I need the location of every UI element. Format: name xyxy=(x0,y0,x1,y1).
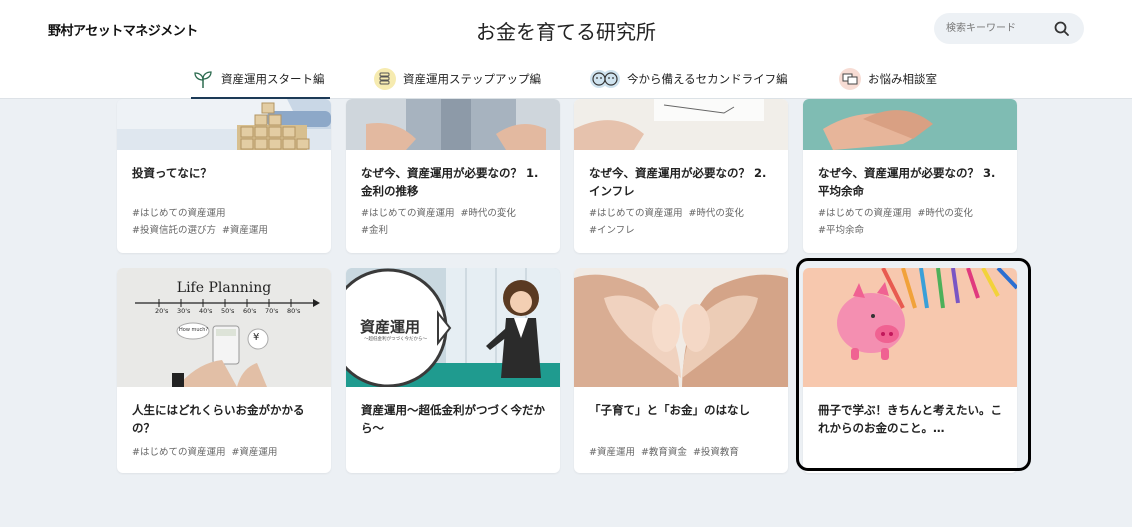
article-card[interactable]: 資産運用 ～超低金利がつづく今だから～ 資産運用～超低金利がつづく今だから～ xyxy=(346,268,560,473)
card-title: 「子育て」と「お金」のはなし xyxy=(589,403,750,417)
card-tag[interactable]: #はじめての資産運用 xyxy=(361,208,454,219)
card-tags: #はじめての資産運用 #時代の変化 #金利 xyxy=(361,205,551,239)
nav-second-life[interactable]: 今から備えるセカンドライフ編 xyxy=(589,58,788,99)
nav-consultation[interactable]: お悩み相談室 xyxy=(838,58,937,99)
card-tag[interactable]: #はじめての資産運用 xyxy=(589,208,682,219)
card-title: なぜ今、資産運用が必要なの？ 1. 金利の推移 xyxy=(361,166,539,198)
card-tags: #はじめての資産運用 #時代の変化 #平均余命 xyxy=(818,205,1008,239)
sprout-icon xyxy=(191,67,215,91)
card-thumbnail xyxy=(803,268,1017,387)
age-label: 80's xyxy=(287,307,301,315)
nav-stepup-label: 資産運用ステップアップ編 xyxy=(403,71,541,86)
card-tag[interactable]: #投資教育 xyxy=(693,447,739,458)
age-label: 30's xyxy=(177,307,191,315)
card-thumbnail xyxy=(346,99,560,150)
card-tags: #はじめての資産運用 #時代の変化 #インフレ xyxy=(589,205,779,239)
article-card[interactable]: なぜ今、資産運用が必要なの？ 3. 平均余命 #はじめての資産運用 #時代の変化 … xyxy=(803,99,1017,253)
thumb-bubble: How much? xyxy=(179,327,209,333)
card-thumbnail: 資産運用 ～超低金利がつづく今だから～ xyxy=(346,268,560,387)
nav-consultation-label: お悩み相談室 xyxy=(868,71,937,86)
card-tags: #資産運用 #教育資金 #投資教育 xyxy=(589,444,779,461)
article-card[interactable]: Life Planning 20's 30's 40's 50's 60's 7… xyxy=(117,268,331,473)
card-tag[interactable]: #資産運用 xyxy=(589,447,635,458)
card-tag[interactable]: #資産運用 xyxy=(222,225,268,236)
card-tag[interactable]: #インフレ xyxy=(589,225,635,236)
nav-start[interactable]: 資産運用スタート編 xyxy=(191,58,330,99)
card-tags: #はじめての資産運用 #資産運用 xyxy=(132,444,322,461)
card-tag[interactable]: #時代の変化 xyxy=(460,208,515,219)
search-box xyxy=(934,13,1084,44)
card-tag[interactable]: #はじめての資産運用 xyxy=(818,208,911,219)
age-label: 40's xyxy=(199,307,213,315)
card-tag[interactable]: #はじめての資産運用 xyxy=(132,447,225,458)
card-title: 資産運用～超低金利がつづく今だから～ xyxy=(361,403,545,435)
chat-icon xyxy=(838,67,862,91)
age-label: 50's xyxy=(221,307,235,315)
article-card[interactable]: 冊子で学ぶ！きちんと考えたい。これからのお金のこと。… xyxy=(803,268,1017,473)
nav-second-life-label: 今から備えるセカンドライフ編 xyxy=(627,71,788,86)
site-header: 野村アセットマネジメント お金を育てる研究所 資産運用スタート編 資産運用ステッ… xyxy=(0,0,1132,99)
card-title: なぜ今、資産運用が必要なの？ 3. 平均余命 xyxy=(818,166,996,198)
card-tag[interactable]: #時代の変化 xyxy=(688,208,743,219)
age-label: 20's xyxy=(155,307,169,315)
card-tag[interactable]: #金利 xyxy=(361,225,388,236)
card-tag[interactable]: #教育資金 xyxy=(641,447,687,458)
nav-start-label: 資産運用スタート編 xyxy=(221,71,325,86)
card-tag[interactable]: #はじめての資産運用 xyxy=(132,208,225,219)
main-nav: 資産運用スタート編 資産運用ステップアップ編 今から備えるセカンドライフ編 お悩… xyxy=(0,58,1132,99)
card-title: 人生にはどれくらいお金がかかるの？ xyxy=(132,403,305,435)
age-label: 70's xyxy=(265,307,279,315)
card-thumbnail xyxy=(574,99,788,150)
article-card[interactable]: 「子育て」と「お金」のはなし #資産運用 #教育資金 #投資教育 xyxy=(574,268,788,473)
card-thumbnail: Life Planning 20's 30's 40's 50's 60's 7… xyxy=(117,268,331,387)
card-tag[interactable]: #時代の変化 xyxy=(917,208,972,219)
card-title: 投資ってなに？ xyxy=(132,166,212,180)
age-label: 60's xyxy=(243,307,257,315)
couple-icon xyxy=(589,67,621,91)
card-tag[interactable]: #平均余命 xyxy=(818,225,864,236)
card-title: なぜ今、資産運用が必要なの？ 2. インフレ xyxy=(589,166,767,198)
search-icon[interactable] xyxy=(1052,19,1072,39)
card-thumbnail xyxy=(803,99,1017,150)
thumb-subtitle: ～超低金利がつづく今だから～ xyxy=(364,337,427,342)
card-tag[interactable]: #投資信託の選び方 xyxy=(132,225,216,236)
card-tag[interactable]: #資産運用 xyxy=(231,447,277,458)
article-card[interactable]: なぜ今、資産運用が必要なの？ 1. 金利の推移 #はじめての資産運用 #時代の変化… xyxy=(346,99,560,253)
thumb-title: 資産運用 xyxy=(360,318,421,336)
card-title: 冊子で学ぶ！きちんと考えたい。これからのお金のこと。… xyxy=(818,403,1002,435)
card-thumbnail xyxy=(574,268,788,387)
search-input[interactable] xyxy=(946,20,1046,37)
card-thumbnail xyxy=(117,99,331,150)
article-card[interactable]: 投資ってなに？ #はじめての資産運用 #投資信託の選び方 #資産運用 xyxy=(117,99,331,253)
yen-coin: ¥ xyxy=(253,332,260,343)
card-tags: #はじめての資産運用 #投資信託の選び方 #資産運用 xyxy=(132,205,322,239)
article-card[interactable]: なぜ今、資産運用が必要なの？ 2. インフレ #はじめての資産運用 #時代の変化 … xyxy=(574,99,788,253)
nav-stepup[interactable]: 資産運用ステップアップ編 xyxy=(373,58,541,99)
coin-stack-icon xyxy=(373,67,397,91)
